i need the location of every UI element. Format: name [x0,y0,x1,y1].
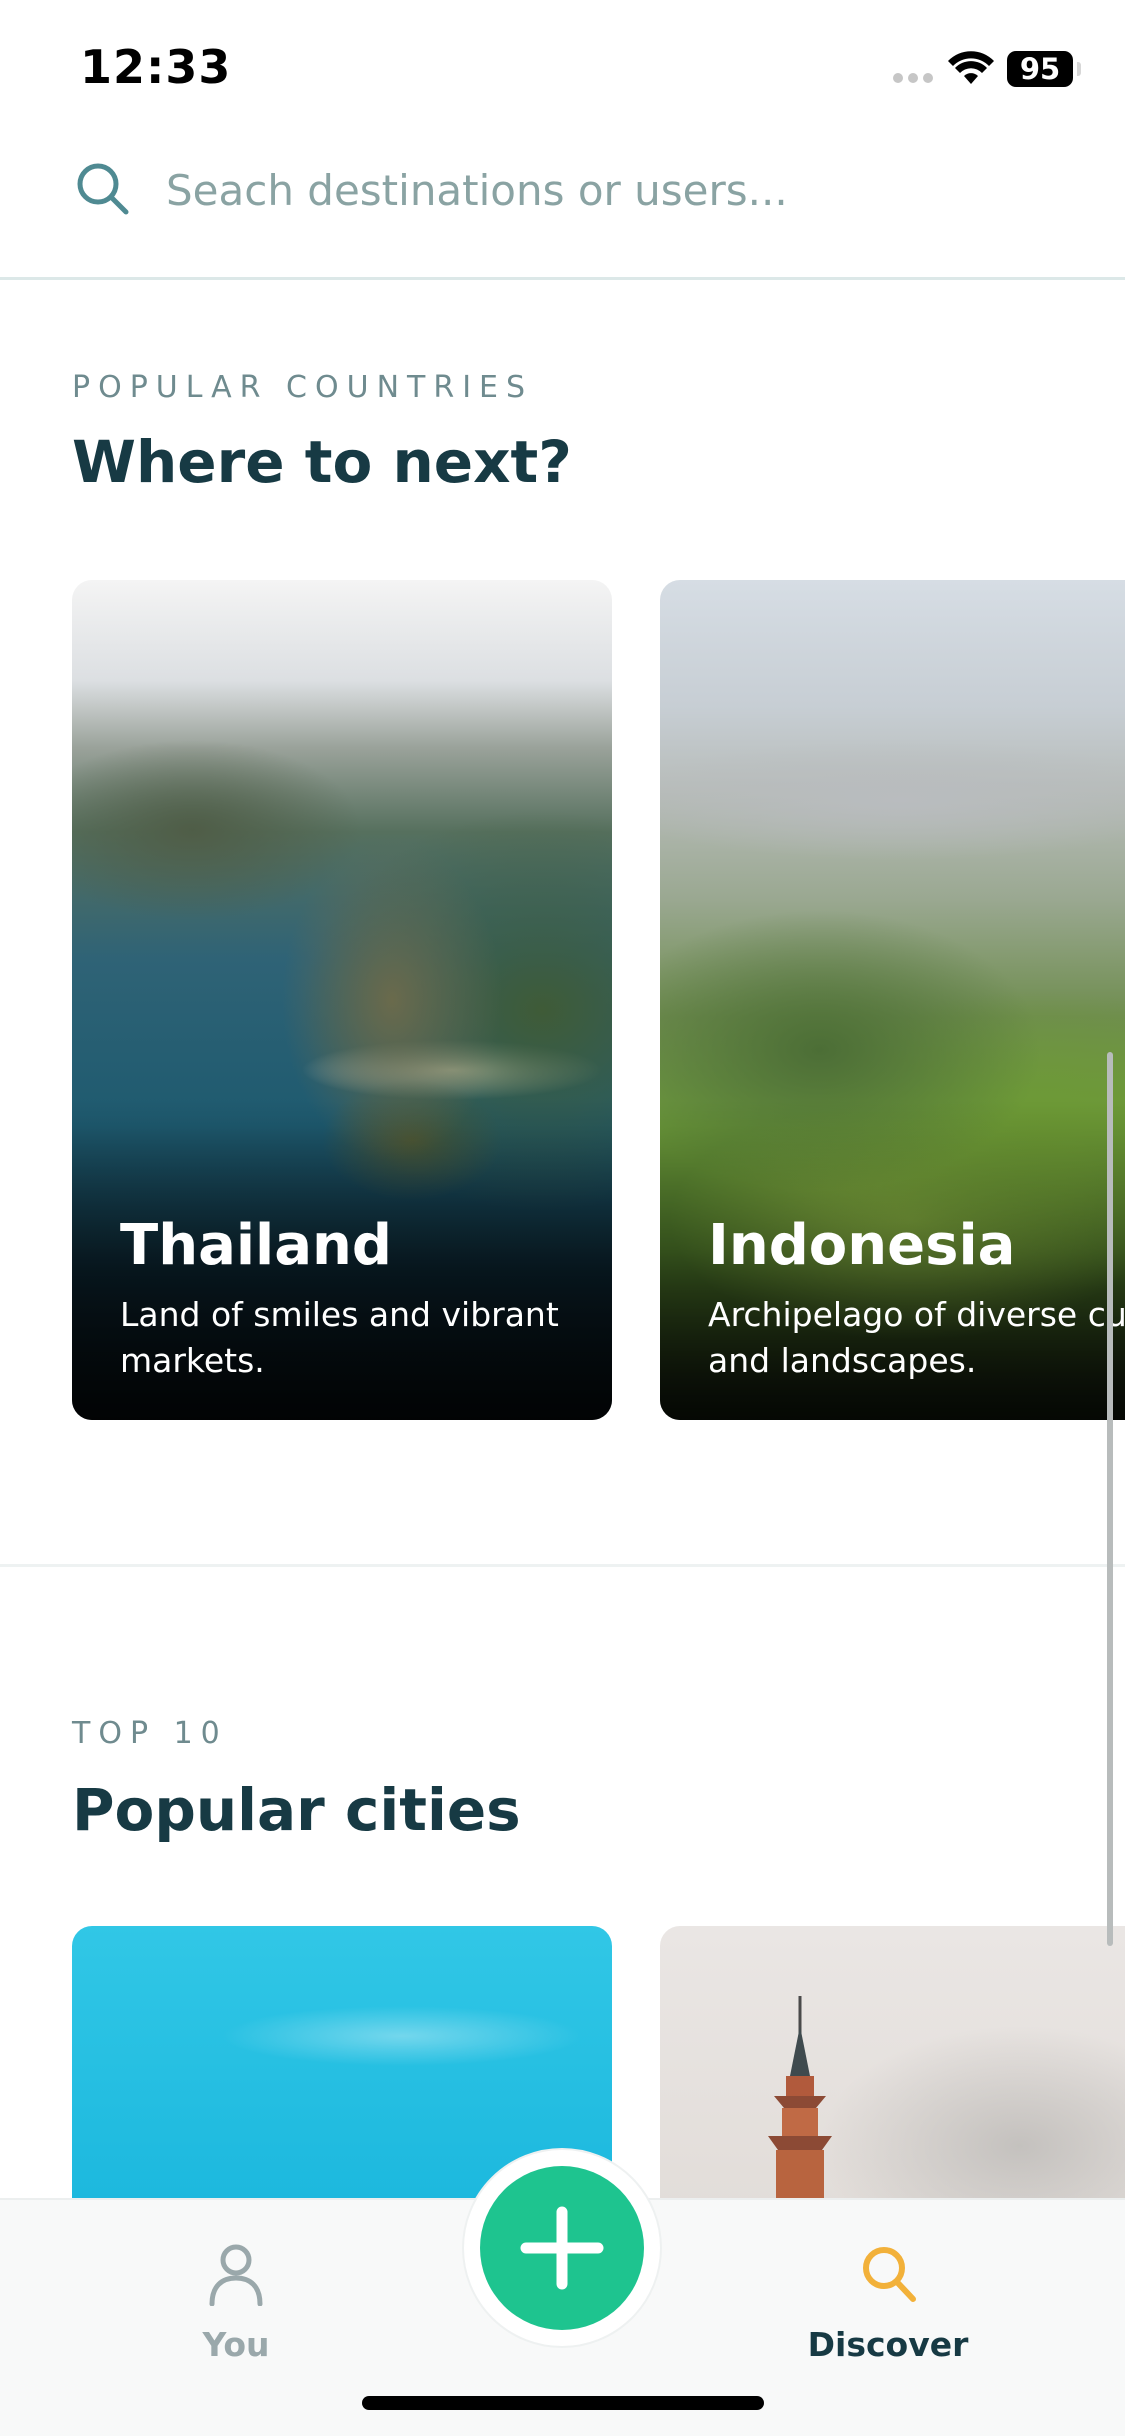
city-card[interactable] [660,1926,1125,2206]
person-icon [209,2244,263,2306]
search-input[interactable] [166,154,1046,226]
country-card-description: Land of smiles and vibrant markets. [120,1295,559,1380]
tab-discover[interactable]: Discover [788,2200,988,2364]
country-card-thailand[interactable]: Thailand Land of smiles and vibrant mark… [72,580,612,1420]
plus-icon [520,2206,604,2290]
battery-nub [1077,62,1081,76]
section-eyebrow-cities: TOP 10 [72,1716,228,1751]
pagoda-image [768,1996,832,2206]
tab-label: Discover [807,2325,969,2364]
search-bar[interactable] [0,132,1125,280]
battery-indicator: 95 [1007,51,1073,87]
country-card-name: Indonesia [708,1213,1016,1278]
section-eyebrow-countries: POPULAR COUNTRIES [72,370,534,405]
country-card-description: Archipelago of diverse cultures and land… [708,1295,1125,1380]
section-title-cities: Popular cities [72,1776,521,1844]
section-divider [0,1564,1125,1567]
cellular-signal-icon [893,73,933,83]
home-indicator [362,2396,764,2410]
section-title-countries: Where to next? [72,428,572,496]
search-icon [77,163,129,215]
status-time: 12:33 [80,40,232,94]
search-icon [863,2247,916,2302]
country-card-name: Thailand [120,1213,392,1278]
wifi-icon [948,51,994,84]
status-bar: 12:33 95 [0,0,1125,132]
scrollbar[interactable] [1107,1052,1113,1946]
tab-label: You [202,2325,270,2364]
country-card-indonesia[interactable]: Indonesia Archipelago of diverse culture… [660,580,1125,1420]
add-button[interactable] [480,2166,644,2330]
tab-you[interactable]: You [136,2200,336,2364]
